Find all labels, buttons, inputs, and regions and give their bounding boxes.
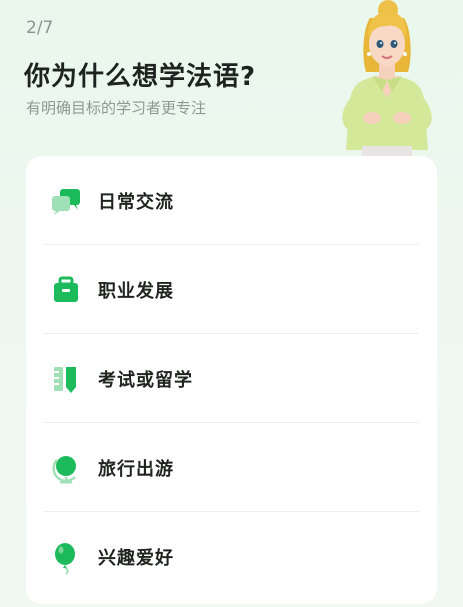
- page-title: 你为什么想学法语?: [24, 62, 257, 92]
- step-indicator: 2/7: [26, 18, 54, 38]
- option-label: 旅行出游: [98, 458, 174, 480]
- chat-bubbles-icon: [48, 183, 84, 219]
- option-hobby[interactable]: 兴趣爱好: [44, 512, 419, 601]
- briefcase-icon: [48, 272, 84, 308]
- balloon-icon: [48, 539, 84, 575]
- ruler-pencil-icon: [48, 361, 84, 397]
- option-career-development[interactable]: 职业发展: [44, 245, 419, 334]
- option-exam-study-abroad[interactable]: 考试或留学: [44, 334, 419, 423]
- page-subtitle: 有明确目标的学习者更专注: [26, 99, 207, 117]
- option-label: 职业发展: [98, 280, 174, 302]
- option-label: 兴趣爱好: [98, 547, 174, 569]
- option-label: 考试或留学: [98, 369, 193, 391]
- option-travel[interactable]: 旅行出游: [44, 423, 419, 512]
- option-label: 日常交流: [98, 191, 174, 213]
- avatar-illustration: [342, 0, 432, 158]
- goal-options-card: 日常交流 职业发展 考试或留学 旅行出游 兴趣爱好: [26, 156, 437, 604]
- option-daily-conversation[interactable]: 日常交流: [44, 156, 419, 245]
- globe-icon: [48, 450, 84, 486]
